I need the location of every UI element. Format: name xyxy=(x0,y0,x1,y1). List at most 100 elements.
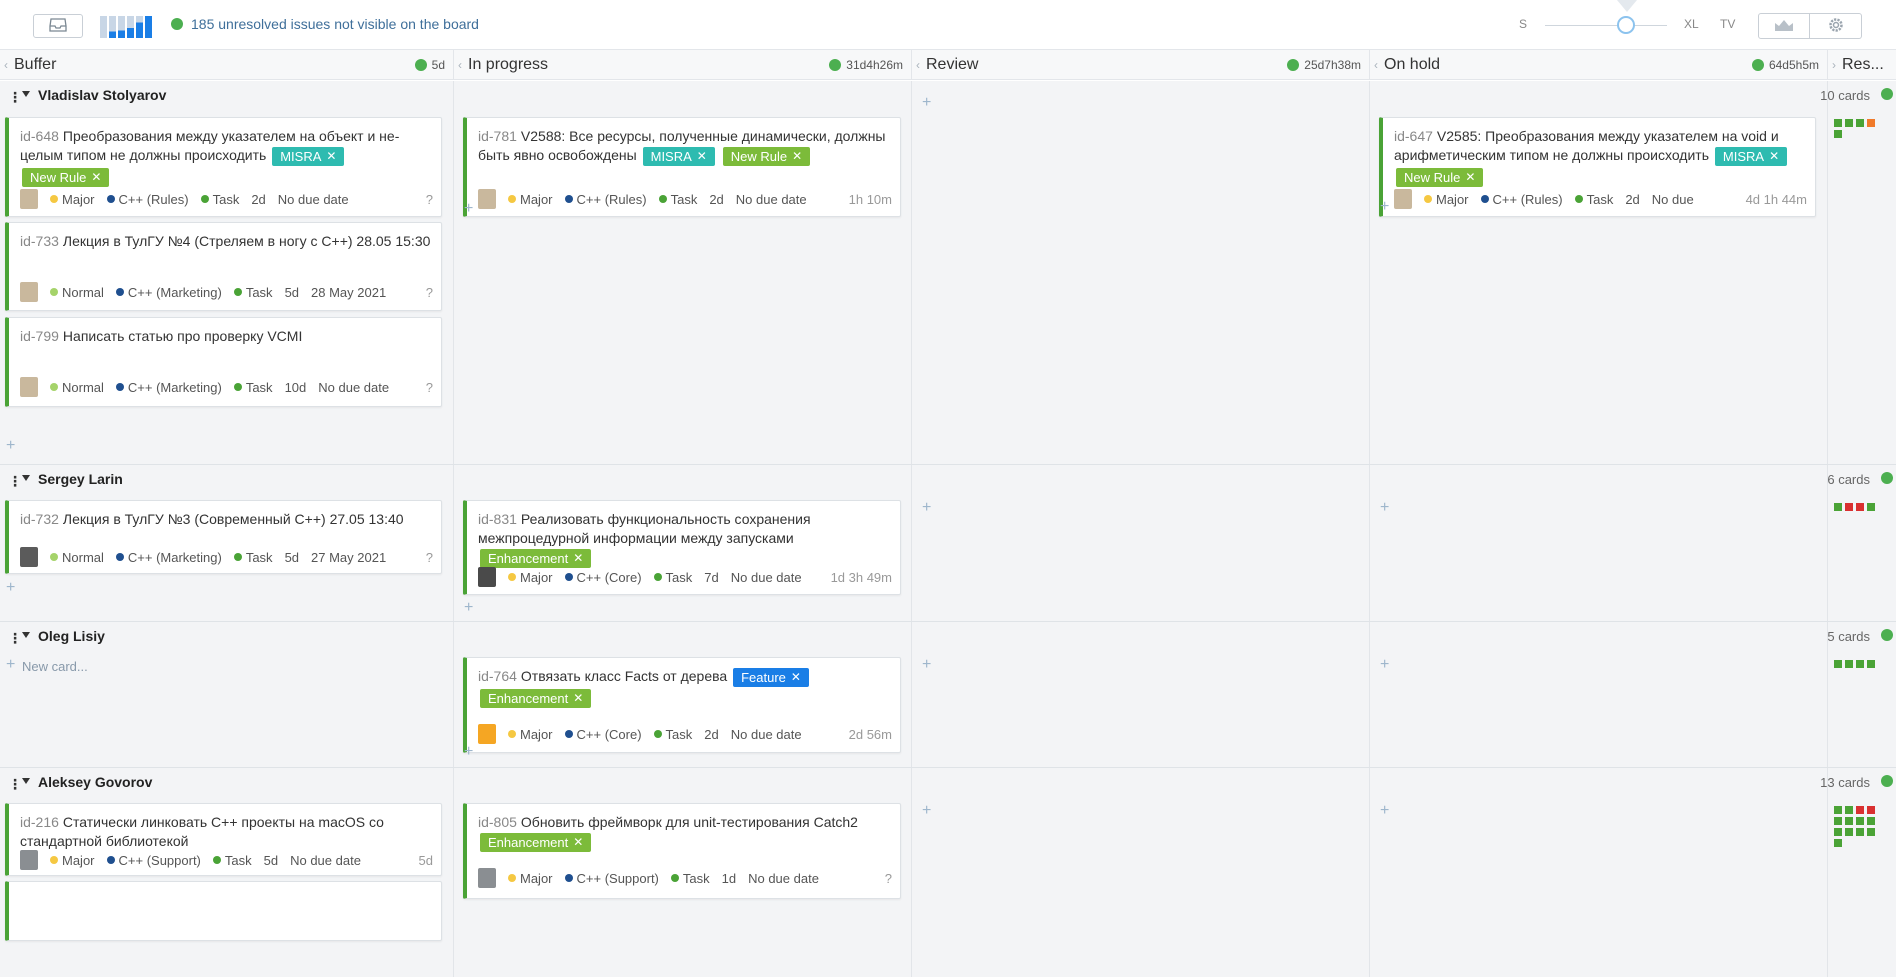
priority[interactable]: Major xyxy=(508,192,553,207)
close-icon[interactable]: ✕ xyxy=(573,549,583,568)
card-square[interactable] xyxy=(1856,660,1864,668)
add-card-plus-icon[interactable]: + xyxy=(1380,198,1389,216)
issue-type[interactable]: Task xyxy=(233,285,273,300)
card[interactable]: id-764 Отвязать класс Facts от дерева Fea… xyxy=(463,657,901,753)
card-square[interactable] xyxy=(1867,503,1875,511)
card-square[interactable] xyxy=(1834,817,1842,825)
card-square[interactable] xyxy=(1867,119,1875,127)
close-icon[interactable]: ✕ xyxy=(91,168,101,187)
card-id[interactable]: id-216 xyxy=(20,814,59,830)
add-card-plus-icon[interactable]: + xyxy=(922,656,931,674)
subsystem[interactable]: C++ (Marketing) xyxy=(115,550,222,565)
size-tv-label[interactable]: TV xyxy=(1720,17,1735,31)
tag-enhancement[interactable]: Enhancement ✕ xyxy=(480,689,592,708)
card-id[interactable]: id-805 xyxy=(478,814,517,830)
lane-menu-icon[interactable]: ⋮ xyxy=(8,89,22,106)
spent-time[interactable]: ? xyxy=(426,380,433,395)
avatar[interactable] xyxy=(20,377,38,397)
lane-menu-icon[interactable]: ⋮ xyxy=(8,776,22,793)
priority[interactable]: Normal xyxy=(50,285,104,300)
subsystem[interactable]: C++ (Core) xyxy=(564,727,642,742)
avatar[interactable] xyxy=(478,724,496,744)
add-card-plus-icon[interactable]: + xyxy=(922,94,931,112)
spent-time[interactable]: 2d 56m xyxy=(849,727,892,742)
card-square[interactable] xyxy=(1834,828,1842,836)
close-icon[interactable]: ✕ xyxy=(326,147,336,166)
subsystem[interactable]: C++ (Marketing) xyxy=(115,380,222,395)
spent-time[interactable]: 4d 1h 44m xyxy=(1746,192,1807,207)
estimate[interactable]: 10d xyxy=(285,380,307,395)
due-date[interactable]: 27 May 2021 xyxy=(311,550,386,565)
settings-button[interactable] xyxy=(1810,13,1862,39)
estimate[interactable]: 7d xyxy=(704,570,718,585)
card-square[interactable] xyxy=(1834,660,1842,668)
collapse-caret-icon[interactable] xyxy=(22,632,30,638)
estimate[interactable]: 5d xyxy=(285,285,299,300)
new-card-input[interactable]: New card... xyxy=(22,659,88,674)
spent-time[interactable]: ? xyxy=(426,192,433,207)
priority[interactable]: Major xyxy=(508,871,553,886)
card-id[interactable]: id-831 xyxy=(478,511,517,527)
card-size-slider[interactable] xyxy=(1545,25,1667,26)
avatar[interactable] xyxy=(478,567,496,587)
card-square[interactable] xyxy=(1856,828,1864,836)
spent-time[interactable]: ? xyxy=(426,285,433,300)
card-square[interactable] xyxy=(1845,119,1853,127)
subsystem[interactable]: C++ (Rules) xyxy=(1480,192,1563,207)
chevron-left-icon[interactable]: ‹ xyxy=(1374,58,1378,72)
subsystem[interactable]: C++ (Support) xyxy=(564,871,659,886)
spent-time[interactable]: ? xyxy=(885,871,892,886)
card-size-slider-handle[interactable] xyxy=(1617,16,1635,34)
issue-type[interactable]: Task xyxy=(653,727,692,742)
spent-time[interactable]: 1d 3h 49m xyxy=(831,570,892,585)
chevron-left-icon[interactable]: ‹ xyxy=(916,58,920,72)
subsystem[interactable]: C++ (Rules) xyxy=(106,192,189,207)
collapse-caret-icon[interactable] xyxy=(22,91,30,97)
spent-time[interactable]: ? xyxy=(426,550,433,565)
subsystem[interactable]: C++ (Rules) xyxy=(564,192,647,207)
card-square[interactable] xyxy=(1834,806,1842,814)
estimate[interactable]: 2d xyxy=(704,727,718,742)
issue-type[interactable]: Task xyxy=(233,380,273,395)
add-card-plus-icon[interactable]: + xyxy=(6,579,15,597)
column-header-in-progress[interactable]: ‹ In progress 31d4h26m xyxy=(454,50,912,80)
estimate[interactable]: 2d xyxy=(251,192,265,207)
card-square[interactable] xyxy=(1834,503,1842,511)
estimate[interactable]: 5d xyxy=(264,853,278,868)
avatar[interactable] xyxy=(478,868,496,888)
card[interactable]: id-732 Лекция в ТулГУ №3 (Современный C++… xyxy=(5,500,442,574)
card[interactable]: id-831 Реализовать функциональность сохра… xyxy=(463,500,901,595)
close-icon[interactable]: ✕ xyxy=(792,147,802,166)
spent-time[interactable]: 1h 10m xyxy=(849,192,892,207)
issue-type[interactable]: Task xyxy=(212,853,252,868)
add-card-plus-icon[interactable]: + xyxy=(922,499,931,517)
close-icon[interactable]: ✕ xyxy=(697,147,707,166)
due-date[interactable]: No due xyxy=(1652,192,1694,207)
card-square[interactable] xyxy=(1845,806,1853,814)
add-card-plus-icon[interactable]: + xyxy=(464,743,473,761)
size-s-label[interactable]: S xyxy=(1519,17,1527,31)
issue-type[interactable]: Task xyxy=(1574,192,1613,207)
close-icon[interactable]: ✕ xyxy=(1769,147,1779,166)
avatar[interactable] xyxy=(478,189,496,209)
estimate[interactable]: 1d xyxy=(722,871,736,886)
due-date[interactable]: No due date xyxy=(736,192,807,207)
card[interactable]: id-648 Преобразования между указателем на… xyxy=(5,117,442,217)
priority[interactable]: Major xyxy=(50,853,95,868)
spent-time[interactable]: 5d xyxy=(419,853,433,868)
tag-new-rule[interactable]: New Rule ✕ xyxy=(722,147,811,166)
add-card-plus-icon[interactable]: + xyxy=(1380,656,1389,674)
chevron-left-icon[interactable]: ‹ xyxy=(458,58,462,72)
tag-misra[interactable]: MISRA ✕ xyxy=(642,147,715,166)
add-card-plus-icon[interactable]: + xyxy=(464,200,473,218)
priority[interactable]: Major xyxy=(508,727,553,742)
tag-misra[interactable]: MISRA ✕ xyxy=(1714,147,1788,166)
close-icon[interactable]: ✕ xyxy=(1465,168,1475,187)
avatar[interactable] xyxy=(20,547,38,567)
card[interactable]: id-805 Обновить фреймворк для unit-тестир… xyxy=(463,803,901,899)
card-id[interactable]: id-732 xyxy=(20,511,59,527)
collapse-caret-icon[interactable] xyxy=(22,475,30,481)
unresolved-issues-link[interactable]: 185 unresolved issues not visible on the… xyxy=(171,16,479,32)
card-square[interactable] xyxy=(1856,503,1864,511)
avatar[interactable] xyxy=(20,282,38,302)
